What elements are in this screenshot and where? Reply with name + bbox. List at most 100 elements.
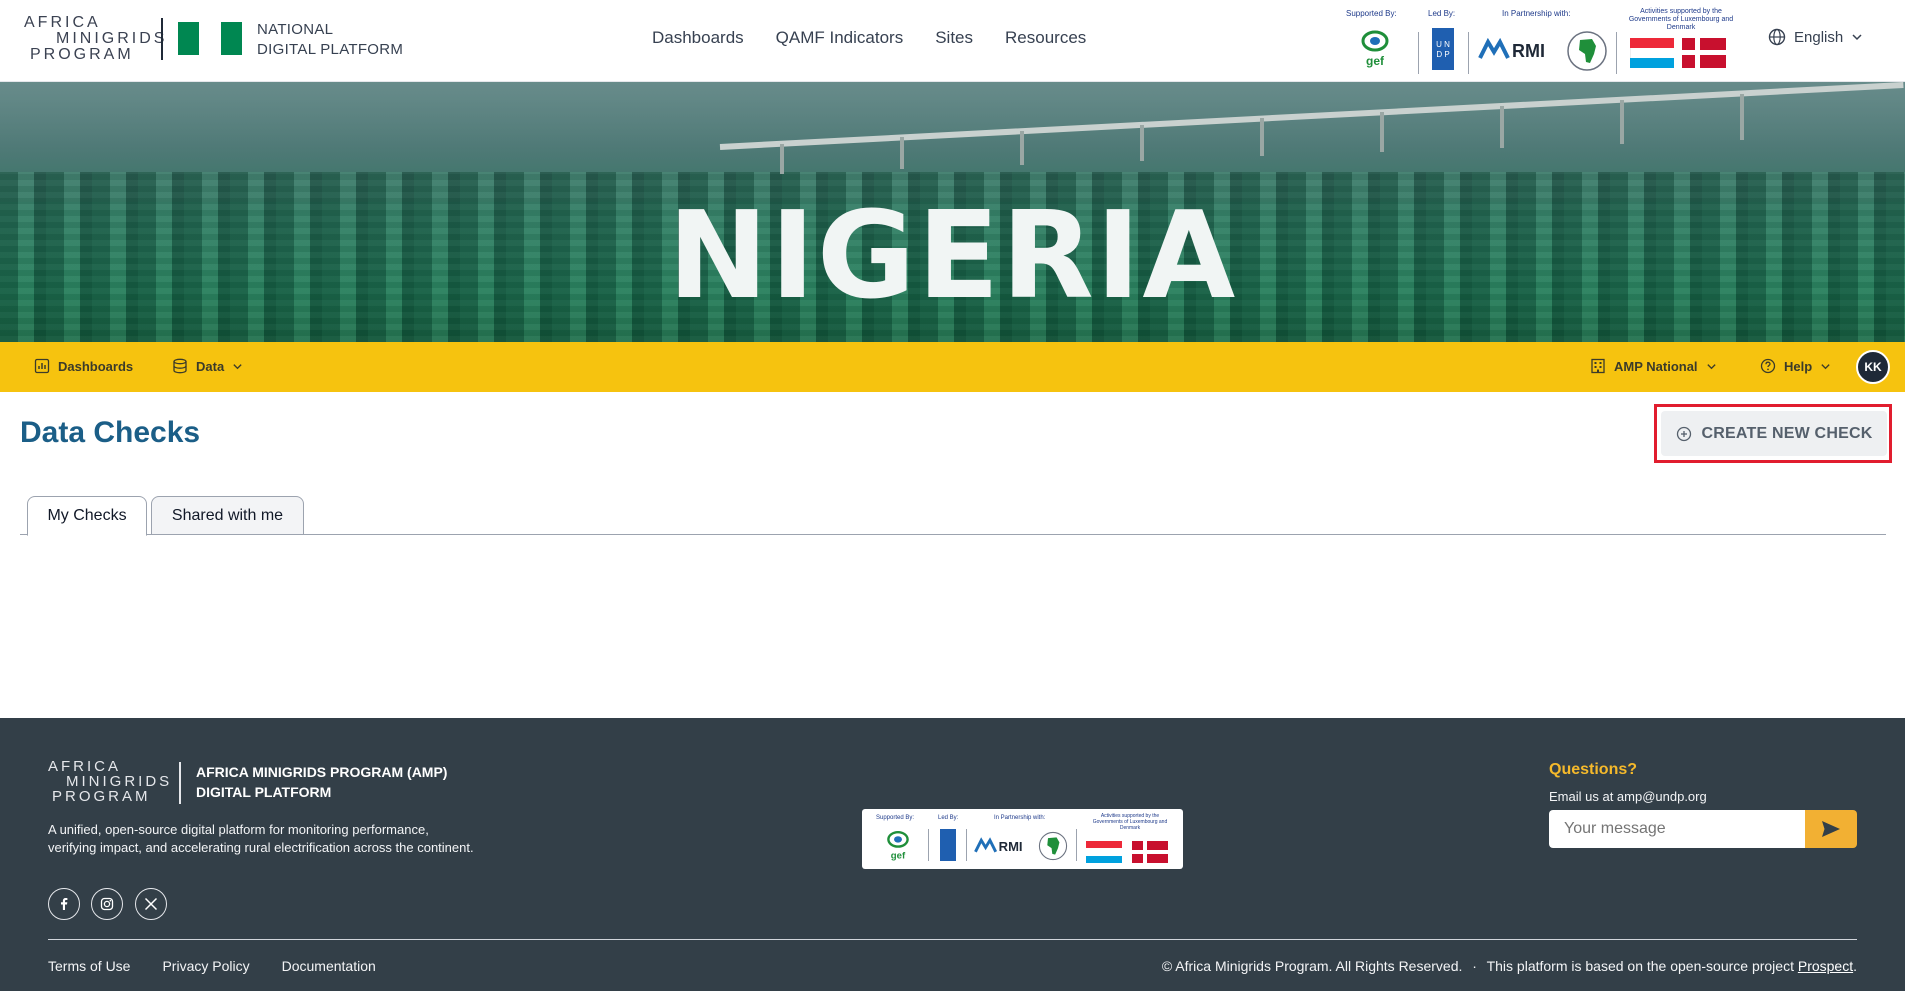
subnav-dashboards[interactable]: Dashboards [34,358,133,374]
footer-undp-icon [940,829,956,861]
platform-title: NATIONAL DIGITAL PLATFORM [257,20,403,60]
message-input[interactable] [1549,810,1805,848]
footer-gef-label: gef [891,851,906,861]
bridge-pillar [1620,100,1624,144]
bridge-pillar [1140,125,1144,161]
nav-resources[interactable]: Resources [1005,28,1086,48]
country-title: NIGERIA [667,187,1238,326]
footer-activities: Activities supported by the Governments … [1092,813,1168,831]
footer-partner-divider [966,829,967,861]
chevron-down-icon [1706,363,1716,369]
activities-caption: Activities supported by the Governments … [1628,8,1734,31]
footer-program-title: AFRICA MINIGRIDS PROGRAM (AMP) DIGITAL P… [196,762,447,802]
platform-title-line-2: DIGITAL PLATFORM [257,41,404,58]
language-label: English [1794,28,1844,46]
globe-icon [1768,28,1786,46]
create-new-check-label: CREATE NEW CHECK [1701,424,1873,442]
led-by-caption: Led By: [1428,9,1456,18]
chevron-down-icon [1821,363,1830,369]
bridge-pillar [1500,106,1504,148]
partner-logos: Supported By: Led By: In Partnership wit… [1330,8,1740,74]
footer-partner-divider [928,829,929,861]
based-on-label: This platform is based on the open-sourc… [1486,958,1794,974]
facebook-glyph [61,898,68,910]
privacy-link[interactable]: Privacy Policy [162,958,249,974]
partner-divider-2 [1468,32,1469,74]
plus-circle-icon [1676,426,1691,441]
facebook-icon[interactable] [48,888,80,920]
footer-luxembourg-flag-icon [1086,841,1122,863]
footer-partnership: In Partnership with: [994,815,1046,821]
subnav-data-label: Data [196,358,225,374]
partner-divider-3 [1616,32,1617,74]
footer-description: A unified, open-source digital platform … [48,822,474,855]
database-icon [173,358,187,374]
subnav-data[interactable]: Data [172,358,243,374]
logo-divider [161,18,163,60]
bridge-pillar [1020,131,1024,165]
questions-email: Email us at amp@undp.org [1549,789,1707,804]
language-selector[interactable]: English [1768,28,1863,46]
nav-qamf-indicators[interactable]: QAMF Indicators [776,28,904,48]
footer-gef-icon: gef [887,831,909,861]
nigeria-flag-icon [178,22,242,55]
org-selector[interactable]: AMP National [1590,358,1717,374]
page-title: Data Checks [20,416,201,449]
amp-logo[interactable]: AFRICA MINIGRIDS PROGRAM [24,14,164,64]
undp-bottom: D P [1436,50,1450,59]
gef-label: gef [1366,54,1385,68]
supported-by-caption: Supported By: [1346,9,1397,18]
rmi-label: RMI [1512,41,1545,61]
send-button[interactable] [1805,810,1857,848]
send-icon [1822,821,1840,837]
sub-nav-bar: Dashboards Data AMP National Help KK [0,342,1905,392]
footer: AFRICA MINIGRIDS PROGRAM AFRICA MINIGRID… [0,718,1905,991]
bridge-pillar [1260,118,1264,156]
x-glyph [144,897,158,911]
footer-supported-by: Supported By: [876,815,915,821]
footer-program-line-2: DIGITAL PLATFORM [196,784,332,800]
footer-amp-logo[interactable]: AFRICA MINIGRIDS PROGRAM [48,758,170,808]
gef-logo-icon: gef [1361,30,1389,68]
footer-partner-divider [1076,829,1077,861]
footer-logo-divider [179,762,181,804]
subnav-dashboards-label: Dashboards [58,358,134,374]
instagram-icon[interactable] [91,888,123,920]
partnership-caption: In Partnership with: [1502,9,1571,18]
create-new-check-button[interactable]: CREATE NEW CHECK [1661,411,1887,456]
footer-denmark-flag-icon [1132,841,1168,863]
tab-shared-with-me[interactable]: Shared with me [151,496,304,535]
copyright-text: © Africa Minigrids Program. All Rights R… [1162,958,1857,974]
nav-sites[interactable]: Sites [935,28,973,48]
copyright-period: . [1853,958,1857,974]
chevron-down-icon [233,363,242,369]
documentation-link[interactable]: Documentation [282,958,376,974]
building-icon [1591,358,1605,374]
nav-dashboards[interactable]: Dashboards [652,28,744,48]
main-nav: Dashboards QAMF Indicators Sites Resourc… [652,28,1086,48]
top-header: AFRICA MINIGRIDS PROGRAM NATIONAL DIGITA… [0,0,1905,82]
africa-seal-icon [1567,31,1607,71]
footer-links: Terms of Use Privacy Policy Documentatio… [48,958,376,974]
terms-link[interactable]: Terms of Use [48,958,130,974]
chevron-down-icon [1852,34,1862,41]
help-menu[interactable]: Help [1760,358,1831,374]
bridge-pillar [900,137,904,169]
bridge-pillar [1740,94,1744,140]
user-avatar[interactable]: KK [1856,350,1890,384]
help-label: Help [1784,358,1813,374]
bridge-pillar [780,144,784,174]
platform-title-line-1: NATIONAL [257,21,334,38]
instagram-glyph [100,897,114,911]
bridge-pillar [1380,112,1384,152]
undp-top: U N [1436,40,1450,49]
tab-my-checks[interactable]: My Checks [27,496,147,536]
footer-logo-line-3: PROGRAM [52,788,151,805]
prospect-link[interactable]: Prospect [1798,958,1853,974]
footer-rule [48,939,1857,940]
x-icon[interactable] [135,888,167,920]
footer-led-by: Led By: [938,815,959,821]
hero-banner: NIGERIA [0,82,1905,342]
luxembourg-flag-icon [1630,38,1674,68]
rmi-logo-icon: RMI [1478,38,1545,61]
